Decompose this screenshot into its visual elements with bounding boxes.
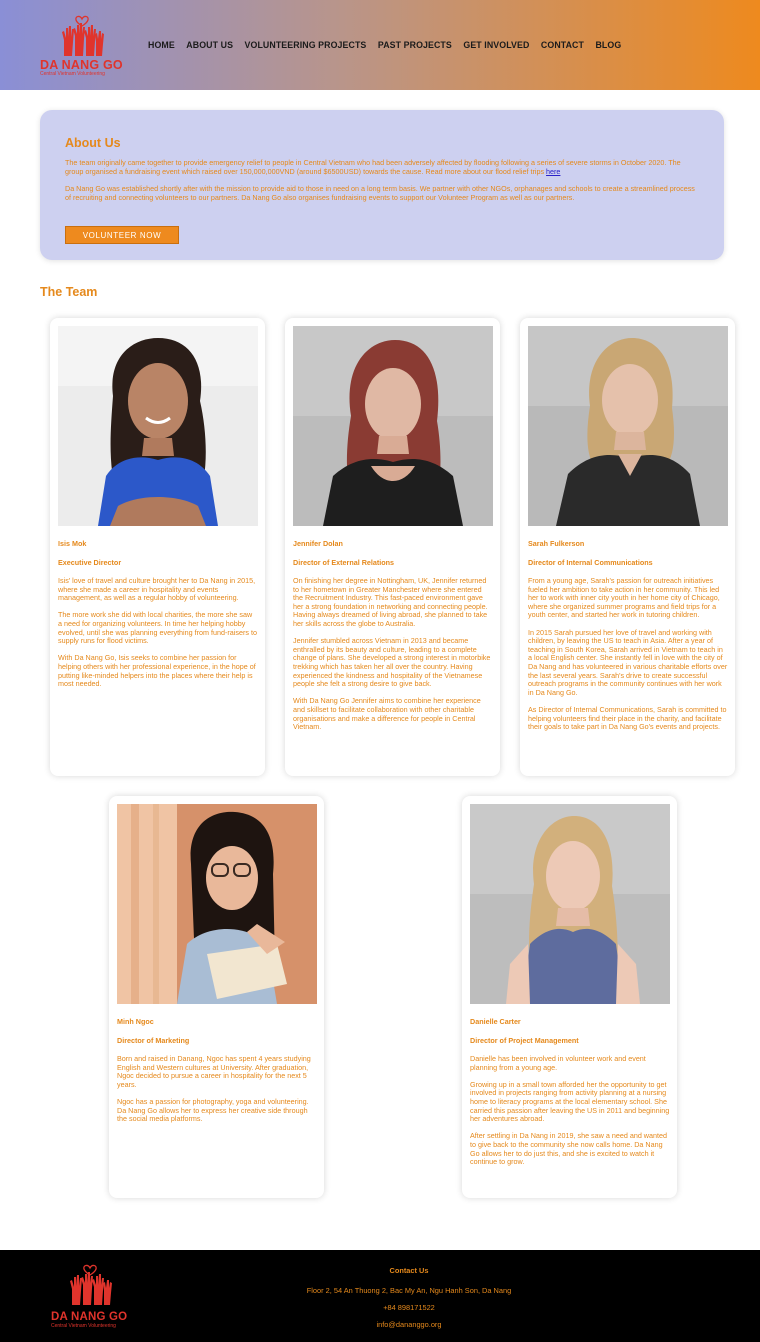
team-photo — [293, 326, 493, 526]
member-role: Director of Marketing — [117, 1036, 190, 1045]
team-card-danielle-carter: Danielle Carter Director of Project Mana… — [462, 796, 677, 1198]
member-role: Director of Project Management — [470, 1036, 579, 1045]
about-paragraph-1: The team originally came together to pro… — [65, 158, 701, 176]
logo-title: DA NANG GO — [40, 58, 123, 72]
footer-logo-tagline: Central Vietnam Volunteering — [51, 1323, 116, 1329]
member-bio-paragraph: From a young age, Sarah's passion for ou… — [528, 576, 720, 620]
about-title: About Us — [65, 136, 121, 150]
flood-relief-link[interactable]: here — [546, 167, 560, 176]
nav-contact[interactable]: CONTACT — [541, 40, 584, 50]
member-bio-paragraph: Jennifer stumbled across Vietnam in 2013… — [293, 636, 491, 689]
team-photo — [117, 804, 317, 1004]
member-bio-paragraph: With Da Nang Go, Isis seeks to combine h… — [58, 653, 256, 689]
team-card-isis-mok: Isis Mok Executive Director Isis' love o… — [50, 318, 265, 776]
footer-email[interactable]: info@dananggo.org — [200, 1320, 618, 1329]
member-name: Minh Ngoc — [117, 1017, 154, 1026]
team-photo — [528, 326, 728, 526]
member-bio-paragraph: After settling in Da Nang in 2019, she s… — [470, 1131, 667, 1167]
team-photo — [58, 326, 258, 526]
member-bio: Born and raised in Danang, Ngoc has spen… — [117, 1054, 317, 1132]
member-role: Director of External Relations — [293, 558, 395, 567]
team-card-sarah-fulkerson: Sarah Fulkerson Director of Internal Com… — [520, 318, 735, 776]
member-name: Jennifer Dolan — [293, 539, 343, 548]
member-bio-paragraph: In 2015 Sarah pursued her love of travel… — [528, 627, 728, 697]
volunteer-now-button[interactable]: VOLUNTEER NOW — [65, 226, 179, 244]
team-card-minh-ngoc: Minh Ngoc Director of Marketing Born and… — [109, 796, 324, 1198]
nav-home[interactable]: HOME — [148, 40, 175, 50]
footer-phone[interactable]: +84 898171522 — [200, 1303, 618, 1312]
main-nav: HOME ABOUT US VOLUNTEERING PROJECTS PAST… — [148, 40, 633, 50]
member-name: Isis Mok — [58, 539, 87, 548]
nav-about-us[interactable]: ABOUT US — [186, 40, 233, 50]
member-bio-paragraph: Growing up in a small town afforded her … — [470, 1079, 670, 1124]
member-bio: Danielle has been involved in volunteer … — [470, 1054, 670, 1175]
team-card-jennifer-dolan: Jennifer Dolan Director of External Rela… — [285, 318, 500, 776]
member-bio: On finishing her degree in Nottingham, U… — [293, 576, 493, 740]
member-name: Sarah Fulkerson — [528, 539, 585, 548]
footer-address: Floor 2, 54 An Thuong 2, Bac My An, Ngu … — [306, 1286, 512, 1295]
member-bio-paragraph: Ngoc has a passion for photography, yoga… — [117, 1096, 309, 1124]
nav-get-involved[interactable]: GET INVOLVED — [463, 40, 529, 50]
member-bio-paragraph: As Director of Internal Communications, … — [528, 704, 727, 732]
member-bio-paragraph: Isis' love of travel and culture brought… — [58, 576, 256, 603]
site-header: DA NANG GO Central Vietnam Volunteering … — [0, 0, 760, 90]
member-bio-paragraph: With Da Nang Go Jennifer aims to combine… — [293, 696, 481, 732]
member-bio: Isis' love of travel and culture brought… — [58, 576, 258, 697]
member-bio: From a young age, Sarah's passion for ou… — [528, 576, 728, 740]
member-bio-paragraph: The more work she did with local chariti… — [58, 610, 257, 646]
nav-volunteering-projects[interactable]: VOLUNTEERING PROJECTS — [245, 40, 367, 50]
member-role: Executive Director — [58, 558, 122, 567]
about-paragraph-1-text: The team originally came together to pro… — [65, 158, 681, 176]
about-paragraph-2: Da Nang Go was established shortly after… — [65, 184, 695, 202]
about-section: About Us The team originally came togeth… — [40, 110, 724, 260]
raised-hands-heart-icon — [62, 15, 104, 56]
nav-blog[interactable]: BLOG — [595, 40, 621, 50]
site-footer: DA NANG GO Central Vietnam Volunteering … — [0, 1250, 760, 1342]
team-title: The Team — [40, 285, 98, 299]
member-bio-paragraph: Danielle has been involved in volunteer … — [470, 1054, 646, 1072]
team-photo — [470, 804, 670, 1004]
member-bio-paragraph: On finishing her degree in Nottingham, U… — [293, 576, 488, 628]
footer-contact-heading: Contact Us — [389, 1266, 429, 1275]
footer-logo-title: DA NANG GO — [51, 1311, 128, 1323]
footer-logo[interactable]: DA NANG GO Central Vietnam Volunteering — [48, 1258, 148, 1332]
site-logo[interactable]: DA NANG GO Central Vietnam Volunteering — [38, 12, 128, 78]
member-name: Danielle Carter — [470, 1017, 521, 1026]
logo-tagline: Central Vietnam Volunteering — [40, 71, 105, 77]
member-role: Director of Internal Communications — [528, 558, 653, 567]
member-bio-paragraph: Born and raised in Danang, Ngoc has spen… — [117, 1054, 311, 1089]
raised-hands-heart-icon — [70, 1264, 112, 1305]
nav-past-projects[interactable]: PAST PROJECTS — [378, 40, 452, 50]
